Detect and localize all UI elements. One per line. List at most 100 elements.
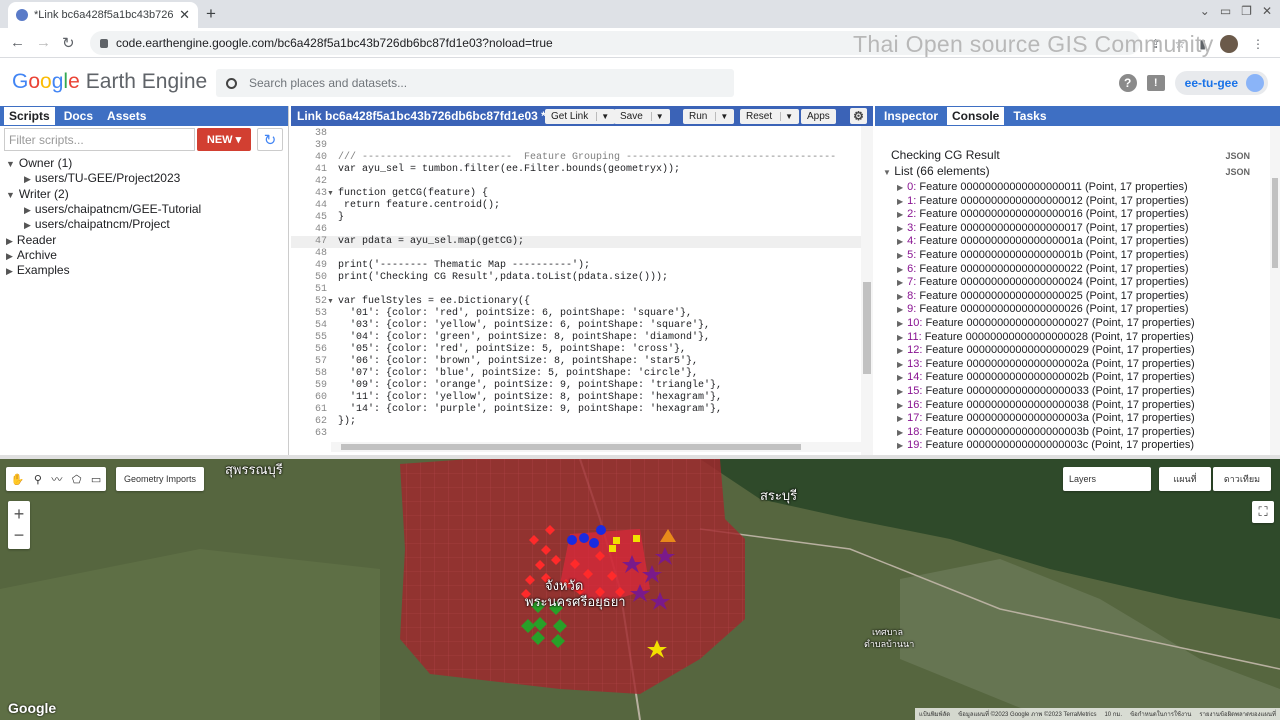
feature-list-item[interactable]: ▶ 14: Feature 0000000000000000002b (Point… [897,371,1195,383]
code-line[interactable]: '09': {color: 'orange', pointSize: 9, po… [338,380,722,391]
code-line[interactable]: function getCG(feature) { [338,188,488,199]
run-button[interactable]: Run ▼ [683,109,735,124]
code-line[interactable]: '14': {color: 'purple', pointSize: 9, po… [338,404,722,415]
profile-avatar[interactable] [1220,35,1238,53]
expand-icon[interactable]: ▶ [897,441,903,450]
code-line[interactable]: } [338,212,344,223]
expand-icon[interactable]: ▶ [897,265,903,274]
feature-list-item[interactable]: ▶ 16: Feature 00000000000000000038 (Point… [897,399,1195,411]
tab-tasks[interactable]: Tasks [1008,107,1051,125]
expand-icon[interactable]: ▶ [897,278,903,287]
feature-list-item[interactable]: ▶ 9: Feature 00000000000000000026 (Point,… [897,303,1189,315]
new-tab-button[interactable]: + [206,4,216,24]
expand-icon[interactable]: ▶ [897,183,903,192]
code-line[interactable]: '11': {color: 'yellow', pointSize: 8, po… [338,392,722,403]
collapse-icon[interactable]: ▼ [6,190,15,200]
script-tree-item[interactable]: ▼ Writer (2) [6,187,69,201]
expand-icon[interactable]: ▶ [897,251,903,260]
chevron-down-icon[interactable]: ⌄ [1200,4,1210,18]
refresh-icon[interactable]: ↻ [257,128,283,151]
expand-icon[interactable]: ▶ [897,319,903,328]
browser-tab[interactable]: *Link bc6a428f5a1bc43b726db6c8 ✕ [8,2,198,28]
feature-list-item[interactable]: ▶ 6: Feature 00000000000000000022 (Point,… [897,263,1189,275]
expand-icon[interactable]: ▶ [897,387,903,396]
forward-arrow-icon[interactable]: → [36,34,51,51]
save-button[interactable]: Save ▼ [614,109,670,124]
expand-icon[interactable]: ▶ [897,414,903,423]
help-icon[interactable]: ? [1118,74,1137,92]
expand-icon[interactable]: ▶ [897,346,903,355]
fold-icon[interactable]: ▼ [327,190,334,197]
code-line[interactable]: '06': {color: 'brown', pointSize: 8, poi… [338,356,698,367]
code-line[interactable]: var fuelStyles = ee.Dictionary({ [338,296,530,307]
restore-icon[interactable]: ❐ [1241,4,1252,18]
menu-dots-icon[interactable]: ⋮ [1252,37,1264,51]
code-line[interactable]: '04': {color: 'green', pointSize: 8, poi… [338,332,710,343]
script-tree-item[interactable]: ▶ users/TU-GEE/Project2023 [24,171,180,185]
feature-list-item[interactable]: ▶ 19: Feature 0000000000000000003c (Point… [897,439,1194,451]
apps-button[interactable]: Apps [801,109,836,124]
code-line[interactable]: var pdata = ayu_sel.map(getCG); [338,236,524,247]
feature-list-item[interactable]: ▶ 12: Feature 00000000000000000029 (Point… [897,344,1195,356]
tab-console[interactable]: Console [947,107,1005,125]
expand-icon[interactable]: ▶ [897,428,903,437]
expand-icon[interactable]: ▶ [897,360,903,369]
minimize-icon[interactable]: ▭ [1220,4,1231,18]
expand-icon[interactable]: ▶ [24,205,31,215]
collapse-icon[interactable]: ▼ [6,159,15,169]
dropdown-icon[interactable]: ▼ [780,112,793,121]
json-link[interactable]: JSON [1225,151,1250,161]
line-icon[interactable]: 〰 [51,471,62,487]
script-tree-item[interactable]: ▶ Reader [6,233,56,247]
expand-icon[interactable]: ▶ [6,266,13,276]
fold-icon[interactable]: ▼ [327,298,334,305]
feedback-icon[interactable]: ! [1146,75,1165,91]
code-line[interactable]: print('Checking CG Result',pdata.toList(… [338,272,668,283]
close-window-icon[interactable]: ✕ [1262,4,1272,18]
expand-icon[interactable]: ▶ [897,373,903,382]
gear-icon[interactable]: ⚙ [850,108,867,124]
reset-button[interactable]: Reset ▼ [740,109,800,124]
expand-icon[interactable]: ▶ [897,292,903,301]
code-line[interactable]: '01': {color: 'red', pointSize: 6, point… [338,308,692,319]
feature-list-item[interactable]: ▶ 0: Feature 00000000000000000011 (Point,… [897,181,1188,193]
map-view[interactable]: ✋ ⚲ 〰 ⬠ ▭ Geometry Imports + − Layers แผ… [0,459,1280,720]
expand-icon[interactable]: ▼ [883,168,891,177]
reload-icon[interactable]: ↻ [62,34,75,52]
get-link-button[interactable]: Get Link ▼ [545,109,616,124]
close-tab-icon[interactable]: ✕ [179,7,190,23]
keyboard-shortcuts-link[interactable]: แป้นพิมพ์ลัด [919,709,950,719]
expand-icon[interactable]: ▶ [897,333,903,342]
feature-list-item[interactable]: ▶ 7: Feature 00000000000000000024 (Point,… [897,276,1189,288]
dropdown-icon[interactable]: ▼ [650,112,664,121]
expand-icon[interactable]: ▶ [897,210,903,219]
tab-assets[interactable]: Assets [102,107,151,125]
back-arrow-icon[interactable]: ← [10,34,25,51]
list-header[interactable]: ▼ List (66 elements) [883,164,990,178]
code-area[interactable]: 38 39 40 /// ------------------------- Feat… [291,126,861,436]
feature-list-item[interactable]: ▶ 11: Feature 00000000000000000028 (Point… [897,331,1194,343]
dropdown-icon[interactable]: ▼ [715,112,728,121]
terms-link[interactable]: ข้อกำหนดในการใช้งาน [1130,709,1191,719]
code-line[interactable]: }); [338,416,356,427]
feature-list-item[interactable]: ▶ 2: Feature 00000000000000000016 (Point,… [897,208,1189,220]
feature-list-item[interactable]: ▶ 4: Feature 0000000000000000001a (Point,… [897,235,1189,247]
code-line[interactable]: return feature.centroid(); [338,200,500,211]
code-line[interactable]: '07': {color: 'blue', pointSize: 5, poin… [338,368,698,379]
expand-icon[interactable]: ▶ [6,251,13,261]
script-tree-item[interactable]: ▶ users/chaipatncm/GEE-Tutorial [24,202,201,216]
code-line[interactable]: '03': {color: 'yellow', pointSize: 6, po… [338,320,710,331]
earth-engine-logo[interactable]: Google Earth Engine [12,70,207,94]
console-scroll-thumb[interactable] [1272,178,1278,268]
filter-scripts-input[interactable]: Filter scripts... [4,128,195,151]
tab-inspector[interactable]: Inspector [879,107,943,125]
expand-icon[interactable]: ▶ [24,220,31,230]
editor-scroll-thumb[interactable] [863,282,871,374]
script-tree-item[interactable]: ▶ Archive [6,248,57,262]
console-scrollbar[interactable] [1270,126,1280,455]
feature-list-item[interactable]: ▶ 13: Feature 0000000000000000002a (Point… [897,358,1195,370]
code-line[interactable]: /// ------------------------- Feature Gr… [338,152,836,163]
code-line[interactable]: var ayu_sel = tumbon.filter(ee.Filter.bo… [338,164,680,175]
code-line[interactable]: '05': {color: 'red', pointSize: 5, point… [338,344,686,355]
feature-list-item[interactable]: ▶ 10: Feature 00000000000000000027 (Point… [897,317,1195,329]
